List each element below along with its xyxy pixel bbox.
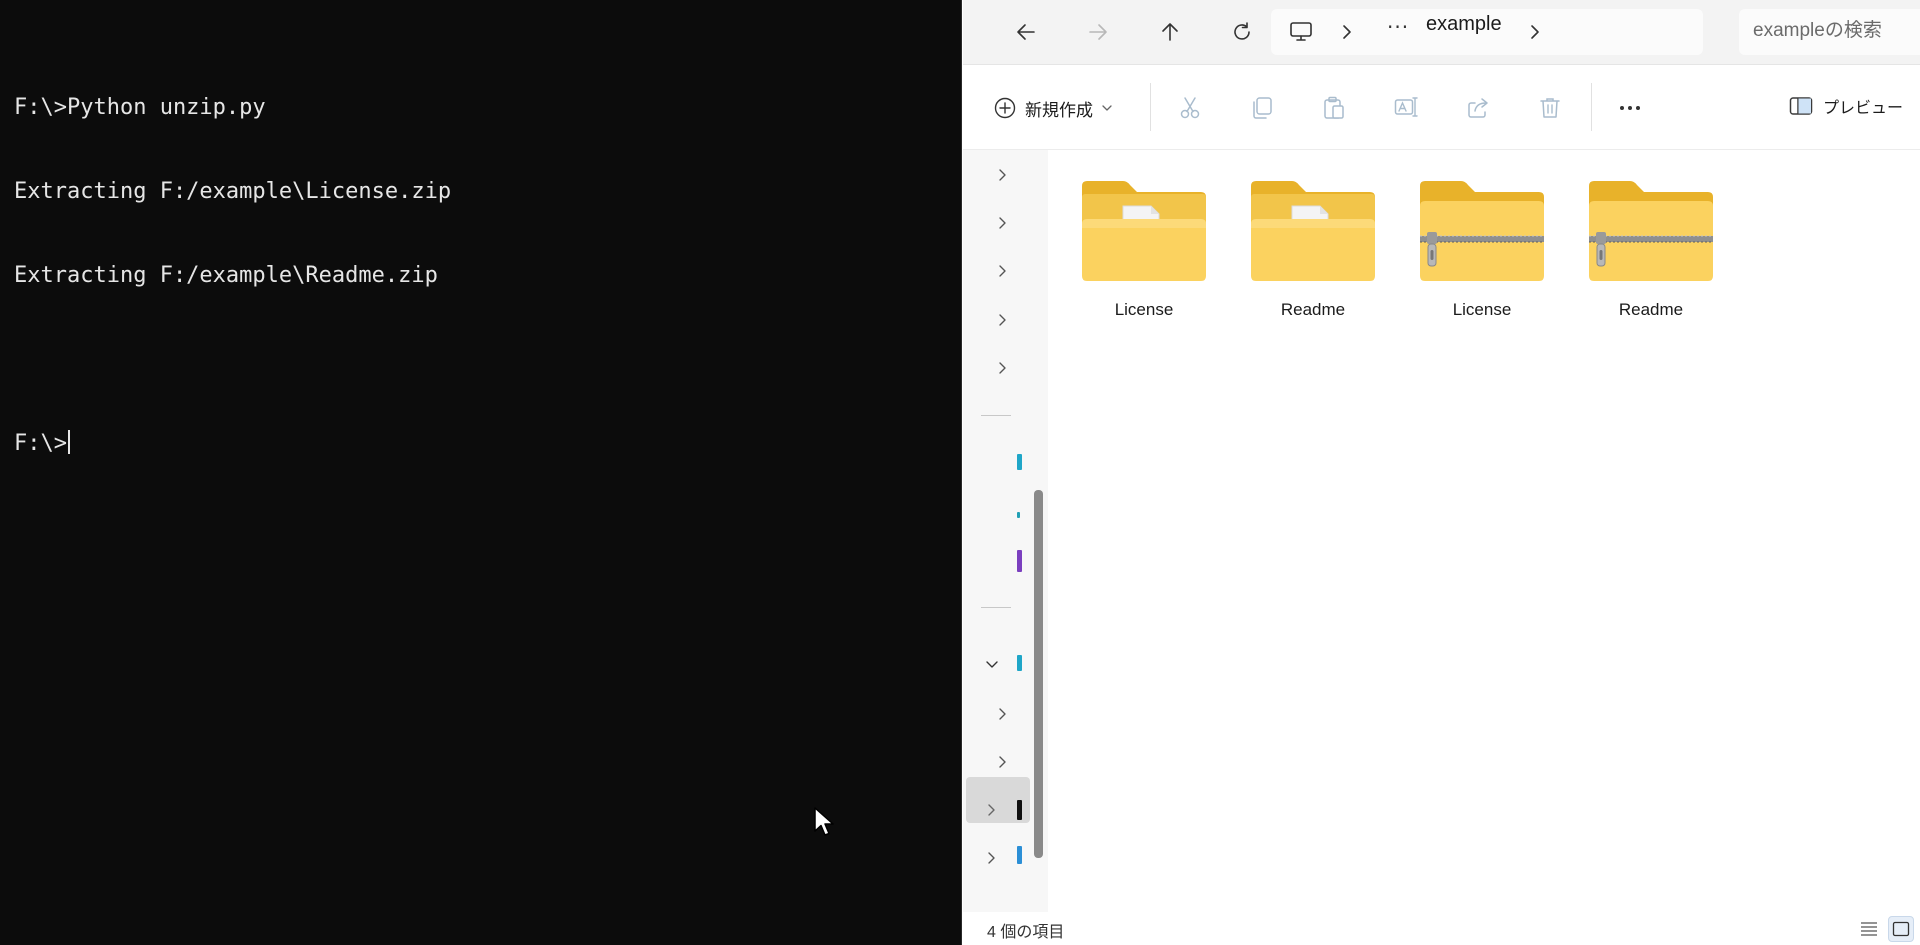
search-box[interactable] bbox=[1739, 9, 1920, 55]
breadcrumb-current-folder[interactable]: example bbox=[1426, 13, 1502, 36]
folder-icon[interactable] bbox=[1017, 512, 1020, 518]
folder-icon bbox=[1082, 181, 1206, 281]
expand-chevron-icon[interactable] bbox=[982, 800, 1002, 820]
nav-scrollbar-thumb[interactable] bbox=[1034, 490, 1043, 858]
up-button[interactable] bbox=[1151, 14, 1189, 50]
large-icons-view-button[interactable] bbox=[1888, 916, 1914, 942]
command-separator bbox=[1591, 83, 1592, 131]
navigation-pane[interactable] bbox=[963, 150, 1048, 912]
refresh-icon bbox=[1234, 22, 1250, 40]
folder-item-readme[interactable]: Readme bbox=[1238, 176, 1388, 326]
expand-chevron-icon[interactable] bbox=[993, 213, 1013, 233]
preview-button[interactable]: プレビュー bbox=[1789, 94, 1903, 118]
expand-chevron-icon[interactable] bbox=[982, 848, 1002, 868]
arrow-right-icon bbox=[1089, 24, 1107, 40]
nav-divider bbox=[981, 415, 1011, 416]
rename-button[interactable] bbox=[1391, 93, 1421, 123]
clipboard-icon bbox=[1324, 96, 1344, 119]
drive-icon[interactable] bbox=[1017, 454, 1022, 470]
arrow-left-icon bbox=[1017, 24, 1035, 40]
terminal-line: Extracting F:/example\License.zip bbox=[14, 179, 452, 204]
file-name: Readme bbox=[1618, 300, 1684, 319]
zip-folder-icon bbox=[1420, 181, 1544, 281]
expand-chevron-icon[interactable] bbox=[993, 310, 1013, 330]
copy-icon bbox=[1253, 97, 1272, 119]
back-button[interactable] bbox=[1007, 14, 1045, 50]
expand-chevron-icon[interactable] bbox=[993, 165, 1013, 185]
arrow-up-icon bbox=[1162, 23, 1178, 41]
folder-icon[interactable] bbox=[1017, 550, 1022, 572]
zip-item-readme[interactable]: Readme bbox=[1576, 176, 1726, 326]
file-name: Readme bbox=[1280, 300, 1346, 319]
rename-icon bbox=[1394, 97, 1418, 117]
details-view-button[interactable] bbox=[1857, 917, 1881, 941]
terminal-window[interactable]: F:\>Python unzip.py Extracting F:/exampl… bbox=[0, 0, 962, 945]
copy-button[interactable] bbox=[1247, 93, 1277, 123]
expand-chevron-icon[interactable] bbox=[993, 704, 1013, 724]
status-bar: 4 個の項目 bbox=[963, 912, 1920, 945]
terminal-prompt: F:\> bbox=[14, 431, 67, 456]
file-name: License bbox=[1452, 300, 1512, 319]
paste-button[interactable] bbox=[1319, 93, 1349, 123]
file-list-area[interactable]: License Readme License Readme bbox=[1049, 150, 1920, 912]
breadcrumb-chevron-icon[interactable] bbox=[1529, 24, 1541, 40]
item-count: 4 個の項目 bbox=[987, 924, 1065, 941]
explorer-address-row: ··· example bbox=[963, 0, 1920, 65]
expand-chevron-icon[interactable] bbox=[993, 358, 1013, 378]
terminal-line: Extracting F:/example\Readme.zip bbox=[14, 263, 438, 288]
folder-icon bbox=[1251, 181, 1375, 281]
file-explorer-window: ··· example 新規作成 bbox=[963, 0, 1920, 945]
this-pc-icon[interactable] bbox=[1017, 655, 1022, 671]
command-separator bbox=[1150, 83, 1151, 131]
zip-folder-icon bbox=[1589, 181, 1713, 281]
cut-button[interactable] bbox=[1175, 93, 1205, 123]
more-horizontal-icon bbox=[1620, 106, 1640, 110]
new-button[interactable]: 新規作成 bbox=[993, 93, 1113, 123]
tiles-view-icon bbox=[1892, 921, 1910, 937]
scissors-icon bbox=[1180, 97, 1200, 119]
refresh-button[interactable] bbox=[1223, 14, 1261, 50]
nav-divider bbox=[981, 607, 1011, 608]
this-pc-icon bbox=[1290, 22, 1312, 41]
preview-button-label: プレビュー bbox=[1823, 100, 1904, 117]
share-button[interactable] bbox=[1463, 93, 1493, 123]
preview-pane-icon bbox=[1789, 97, 1813, 115]
breadcrumb-overflow[interactable]: ··· bbox=[1387, 15, 1409, 39]
text-caret bbox=[67, 430, 70, 454]
terminal-prompt-line[interactable]: F:\> bbox=[14, 430, 451, 458]
search-input[interactable] bbox=[1753, 20, 1913, 42]
share-icon bbox=[1468, 98, 1488, 118]
zip-item-license[interactable]: License bbox=[1407, 176, 1557, 326]
trash-icon bbox=[1540, 98, 1560, 118]
list-view-icon bbox=[1861, 922, 1877, 936]
chevron-down-icon bbox=[1102, 105, 1112, 111]
folder-item-license[interactable]: License bbox=[1069, 176, 1219, 326]
mouse-pointer-icon bbox=[814, 807, 834, 836]
expand-chevron-icon[interactable] bbox=[993, 752, 1013, 772]
new-button-label: 新規作成 bbox=[1025, 100, 1093, 120]
forward-button[interactable] bbox=[1079, 14, 1117, 50]
drive-icon[interactable] bbox=[1017, 800, 1022, 820]
terminal-output: F:\>Python unzip.py Extracting F:/exampl… bbox=[14, 38, 451, 514]
delete-button[interactable] bbox=[1535, 93, 1565, 123]
command-bar: 新規作成 プレビュー bbox=[963, 65, 1920, 150]
add-circle-icon bbox=[994, 97, 1016, 119]
more-options-button[interactable] bbox=[1615, 93, 1645, 123]
expand-chevron-icon[interactable] bbox=[993, 261, 1013, 281]
collapse-chevron-icon[interactable] bbox=[982, 655, 1002, 675]
breadcrumb-chevron-icon[interactable] bbox=[1341, 24, 1353, 40]
terminal-line: F:\>Python unzip.py bbox=[14, 95, 266, 120]
file-name: License bbox=[1114, 300, 1174, 319]
network-icon[interactable] bbox=[1017, 846, 1022, 864]
